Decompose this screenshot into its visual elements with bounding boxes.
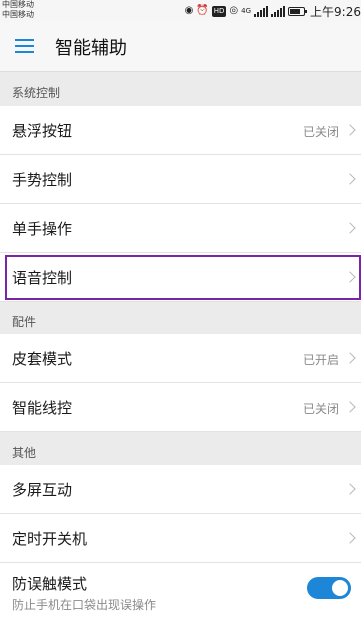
list-item-value: 已关闭 — [302, 125, 339, 139]
list-item-value: 已开启 — [302, 353, 339, 367]
list-item-label: 单手操作 — [12, 220, 73, 238]
section-header-accessories: 配件 — [12, 315, 37, 329]
section-header-other: 其他 — [12, 446, 37, 460]
carrier-1: 中国移动 — [2, 0, 34, 9]
list-item-label: 语音控制 — [12, 269, 73, 287]
toggle-knob — [332, 580, 348, 596]
list-item-label: 皮套模式 — [12, 350, 73, 368]
battery-icon — [288, 6, 308, 16]
list-item-value: 已关闭 — [302, 402, 339, 416]
chevron-right-icon — [344, 401, 356, 413]
chevron-right-icon — [344, 483, 356, 495]
signal-icon — [271, 5, 286, 17]
list-item-floating-button[interactable]: 悬浮按钮 已关闭 — [0, 106, 361, 155]
chevron-right-icon — [344, 532, 356, 544]
hotspot-icon: ◉ — [184, 5, 194, 16]
list-item-subtitle: 防止手机在口袋出现误操作 — [12, 598, 157, 612]
carrier-2: 中国移动 — [2, 10, 34, 19]
list-item-label: 智能线控 — [12, 399, 73, 417]
status-icons: ◉ ⏰ HD ◎ 4G 上午9:26 — [185, 3, 361, 19]
chevron-right-icon — [344, 352, 356, 364]
signal-icon — [254, 5, 269, 17]
list-item-cover-mode[interactable]: 皮套模式 已开启 — [0, 334, 361, 383]
list-item-voice-control[interactable]: 语音控制 — [0, 253, 361, 302]
list-item-label: 悬浮按钮 — [12, 122, 73, 140]
list-item-scheduled-power[interactable]: 定时开关机 — [0, 514, 361, 563]
carrier-labels: 中国移动 中国移动 — [2, 0, 34, 20]
list-item-label: 手势控制 — [12, 171, 73, 189]
eye-icon: ◎ — [229, 5, 239, 16]
list-item-label: 多屏互动 — [12, 481, 73, 499]
pocket-mode-toggle[interactable] — [307, 577, 351, 599]
network-type-label: 4G — [241, 7, 252, 15]
list-item-pocket-mode[interactable]: 防误触模式 防止手机在口袋出现误操作 — [0, 563, 361, 623]
alarm-icon: ⏰ — [196, 5, 209, 16]
status-bar: 中国移动 中国移动 ◉ ⏰ HD ◎ 4G 上午9:26 — [0, 0, 361, 22]
menu-icon[interactable] — [15, 39, 34, 53]
list-item-multi-screen[interactable]: 多屏互动 — [0, 465, 361, 514]
chevron-right-icon — [344, 124, 356, 136]
hd-icon: HD — [211, 5, 227, 17]
list-item-one-hand-mode[interactable]: 单手操作 — [0, 204, 361, 253]
chevron-right-icon — [344, 222, 356, 234]
app-bar: 智能辅助 — [0, 22, 361, 72]
section-header-system: 系统控制 — [12, 86, 61, 100]
page-title: 智能辅助 — [55, 38, 127, 59]
list-item-label: 定时开关机 — [12, 530, 88, 548]
status-time: 上午9:26 — [310, 4, 361, 19]
chevron-right-icon — [344, 173, 356, 185]
list-item-label: 防误触模式 — [12, 575, 88, 593]
list-item-gesture-control[interactable]: 手势控制 — [0, 155, 361, 204]
chevron-right-icon — [344, 271, 356, 283]
list-item-smart-remote[interactable]: 智能线控 已关闭 — [0, 383, 361, 432]
